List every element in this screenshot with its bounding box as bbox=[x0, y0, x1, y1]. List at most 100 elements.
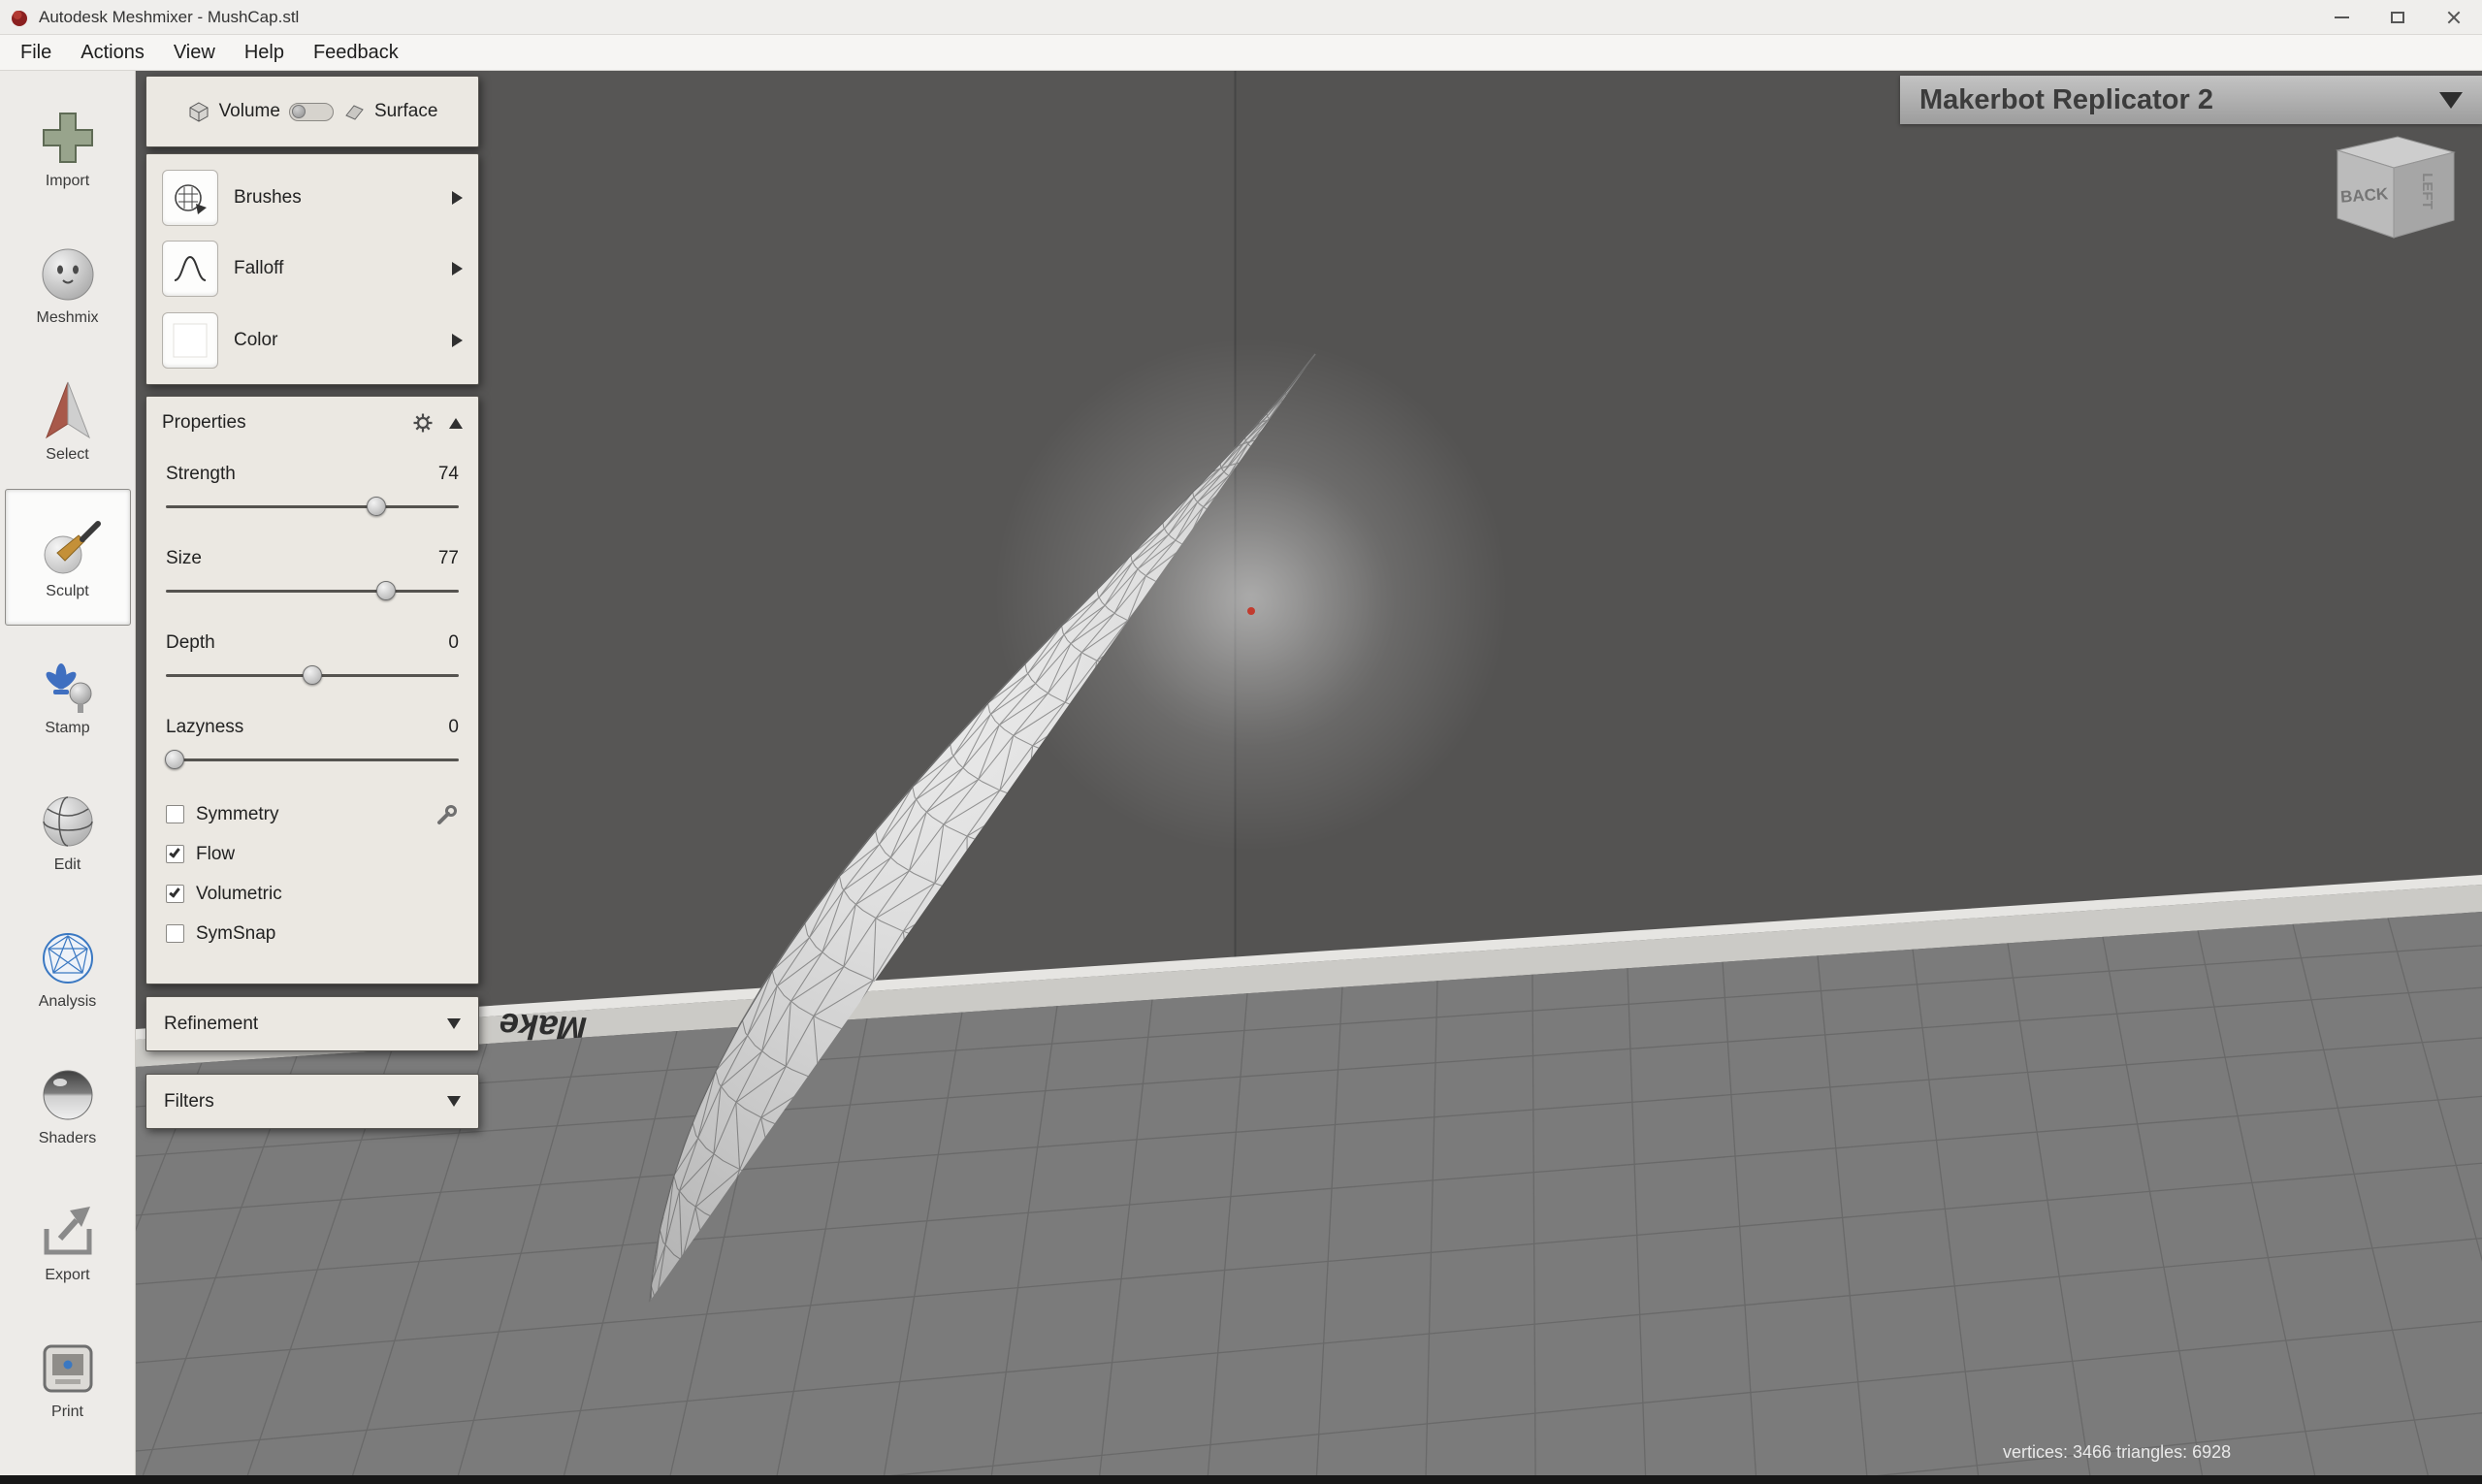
size-slider[interactable] bbox=[166, 576, 459, 607]
sidebar-label: Analysis bbox=[39, 993, 97, 1011]
refinement-section[interactable]: Refinement bbox=[145, 996, 479, 1051]
menu-help[interactable]: Help bbox=[230, 35, 299, 70]
close-button[interactable] bbox=[2426, 0, 2482, 34]
volume-surface-toggle-section: Volume Surface bbox=[145, 76, 479, 147]
analysis-wireframe-icon bbox=[34, 924, 102, 992]
symsnap-check-row[interactable]: SymSnap bbox=[166, 914, 459, 953]
color-swatch-icon bbox=[171, 321, 210, 360]
collapse-down-icon[interactable] bbox=[447, 1096, 461, 1107]
gear-icon[interactable] bbox=[412, 412, 434, 434]
chevron-right-icon bbox=[452, 191, 463, 205]
close-icon bbox=[2446, 10, 2462, 25]
lazyness-slider[interactable] bbox=[166, 745, 459, 776]
check-icon bbox=[169, 886, 180, 897]
falloff-button[interactable] bbox=[162, 241, 218, 297]
surface-label[interactable]: Surface bbox=[374, 101, 437, 122]
sculpt-brush-icon bbox=[34, 514, 102, 582]
sidebar-item-meshmix[interactable]: Meshmix bbox=[5, 215, 131, 352]
navigation-cube[interactable]: BACK LEFT bbox=[2308, 129, 2464, 255]
sidebar-label: Print bbox=[51, 1403, 83, 1421]
brushes-row[interactable]: Brushes bbox=[162, 164, 463, 232]
navcube-face-back[interactable]: BACK bbox=[2339, 184, 2389, 206]
falloff-curve-icon bbox=[171, 249, 210, 288]
sidebar-label: Stamp bbox=[45, 720, 89, 737]
wrench-icon[interactable] bbox=[435, 803, 459, 826]
filters-section[interactable]: Filters bbox=[145, 1074, 479, 1129]
strength-label: Strength bbox=[166, 464, 236, 485]
strength-value: 74 bbox=[438, 464, 459, 485]
collapse-down-icon[interactable] bbox=[447, 1018, 461, 1029]
volumetric-checkbox[interactable] bbox=[166, 885, 184, 903]
properties-header[interactable]: Properties bbox=[146, 397, 478, 449]
sidebar-item-edit[interactable]: Edit bbox=[5, 762, 131, 899]
flow-checkbox[interactable] bbox=[166, 845, 184, 863]
window-controls bbox=[2313, 0, 2482, 34]
sidebar-label: Meshmix bbox=[36, 309, 98, 327]
lazyness-label: Lazyness bbox=[166, 717, 243, 738]
title-bar: Autodesk Meshmixer - MushCap.stl bbox=[0, 0, 2482, 35]
sidebar-label: Shaders bbox=[39, 1130, 97, 1147]
menu-bar: File Actions View Help Feedback bbox=[0, 35, 2482, 71]
meshmixer-logo-icon bbox=[10, 8, 29, 27]
viewport-3d[interactable]: Make Makerbot Replicator 2 BACK LEFT ver… bbox=[136, 71, 2482, 1475]
color-swatch-button[interactable] bbox=[162, 312, 218, 369]
printer-selector[interactable]: Makerbot Replicator 2 bbox=[1900, 76, 2482, 124]
depth-label: Depth bbox=[166, 632, 215, 654]
slider-knob[interactable] bbox=[165, 750, 184, 769]
depth-slider[interactable] bbox=[166, 661, 459, 692]
menu-file[interactable]: File bbox=[6, 35, 66, 70]
size-slider-group: Size 77 bbox=[166, 541, 459, 626]
symmetry-checkbox[interactable] bbox=[166, 805, 184, 823]
sidebar-item-stamp[interactable]: Stamp bbox=[5, 626, 131, 762]
chevron-down-icon bbox=[2439, 92, 2463, 109]
properties-section: Properties Strength 74 bbox=[145, 396, 479, 984]
properties-title: Properties bbox=[162, 412, 246, 434]
menu-actions[interactable]: Actions bbox=[66, 35, 159, 70]
brushes-button[interactable] bbox=[162, 170, 218, 226]
slider-knob[interactable] bbox=[367, 497, 386, 516]
stamp-icon bbox=[34, 651, 102, 719]
color-row[interactable]: Color bbox=[162, 306, 463, 374]
switch-knob[interactable] bbox=[292, 105, 306, 118]
print-printer-icon bbox=[34, 1335, 102, 1403]
select-arrow-icon bbox=[34, 377, 102, 445]
export-arrow-icon bbox=[34, 1198, 102, 1266]
volume-label[interactable]: Volume bbox=[219, 101, 280, 122]
sidebar-label: Export bbox=[45, 1267, 89, 1284]
flow-check-row[interactable]: Flow bbox=[166, 834, 459, 874]
surface-plane-icon bbox=[342, 100, 366, 123]
slider-knob[interactable] bbox=[376, 581, 396, 600]
mesh-stats-readout: vertices: 3466 triangles: 6928 bbox=[2003, 1442, 2231, 1463]
sidebar-label: Edit bbox=[54, 856, 81, 874]
sidebar-item-select[interactable]: Select bbox=[5, 352, 131, 489]
scene-canvas[interactable]: Make bbox=[136, 71, 2482, 1475]
sidebar-item-analysis[interactable]: Analysis bbox=[5, 899, 131, 1036]
sidebar-item-import[interactable]: Import bbox=[5, 79, 131, 215]
minimize-button[interactable] bbox=[2313, 0, 2369, 34]
slider-knob[interactable] bbox=[303, 665, 322, 685]
symsnap-checkbox[interactable] bbox=[166, 924, 184, 943]
volume-surface-switch[interactable] bbox=[289, 103, 334, 121]
sidebar-label: Select bbox=[46, 446, 88, 464]
sidebar-item-shaders[interactable]: Shaders bbox=[5, 1036, 131, 1173]
sidebar-item-sculpt[interactable]: Sculpt bbox=[5, 489, 131, 626]
maximize-button[interactable] bbox=[2369, 0, 2426, 34]
brushes-icon bbox=[171, 178, 210, 217]
collapse-up-icon[interactable] bbox=[449, 418, 463, 429]
import-plus-icon bbox=[34, 104, 102, 172]
menu-feedback[interactable]: Feedback bbox=[299, 35, 413, 70]
size-value: 77 bbox=[438, 548, 459, 569]
sidebar-item-export[interactable]: Export bbox=[5, 1173, 131, 1309]
chevron-right-icon bbox=[452, 334, 463, 347]
slider-track-line bbox=[166, 590, 459, 593]
bottom-strip bbox=[0, 1475, 2482, 1484]
lazyness-slider-group: Lazyness 0 bbox=[166, 710, 459, 794]
menu-view[interactable]: View bbox=[159, 35, 230, 70]
falloff-row[interactable]: Falloff bbox=[162, 235, 463, 303]
navcube-face-left[interactable]: LEFT bbox=[2419, 173, 2435, 210]
sidebar-item-print[interactable]: Print bbox=[5, 1309, 131, 1446]
strength-slider[interactable] bbox=[166, 492, 459, 523]
size-label: Size bbox=[166, 548, 202, 569]
symmetry-check-row[interactable]: Symmetry bbox=[166, 794, 459, 834]
volumetric-check-row[interactable]: Volumetric bbox=[166, 874, 459, 914]
